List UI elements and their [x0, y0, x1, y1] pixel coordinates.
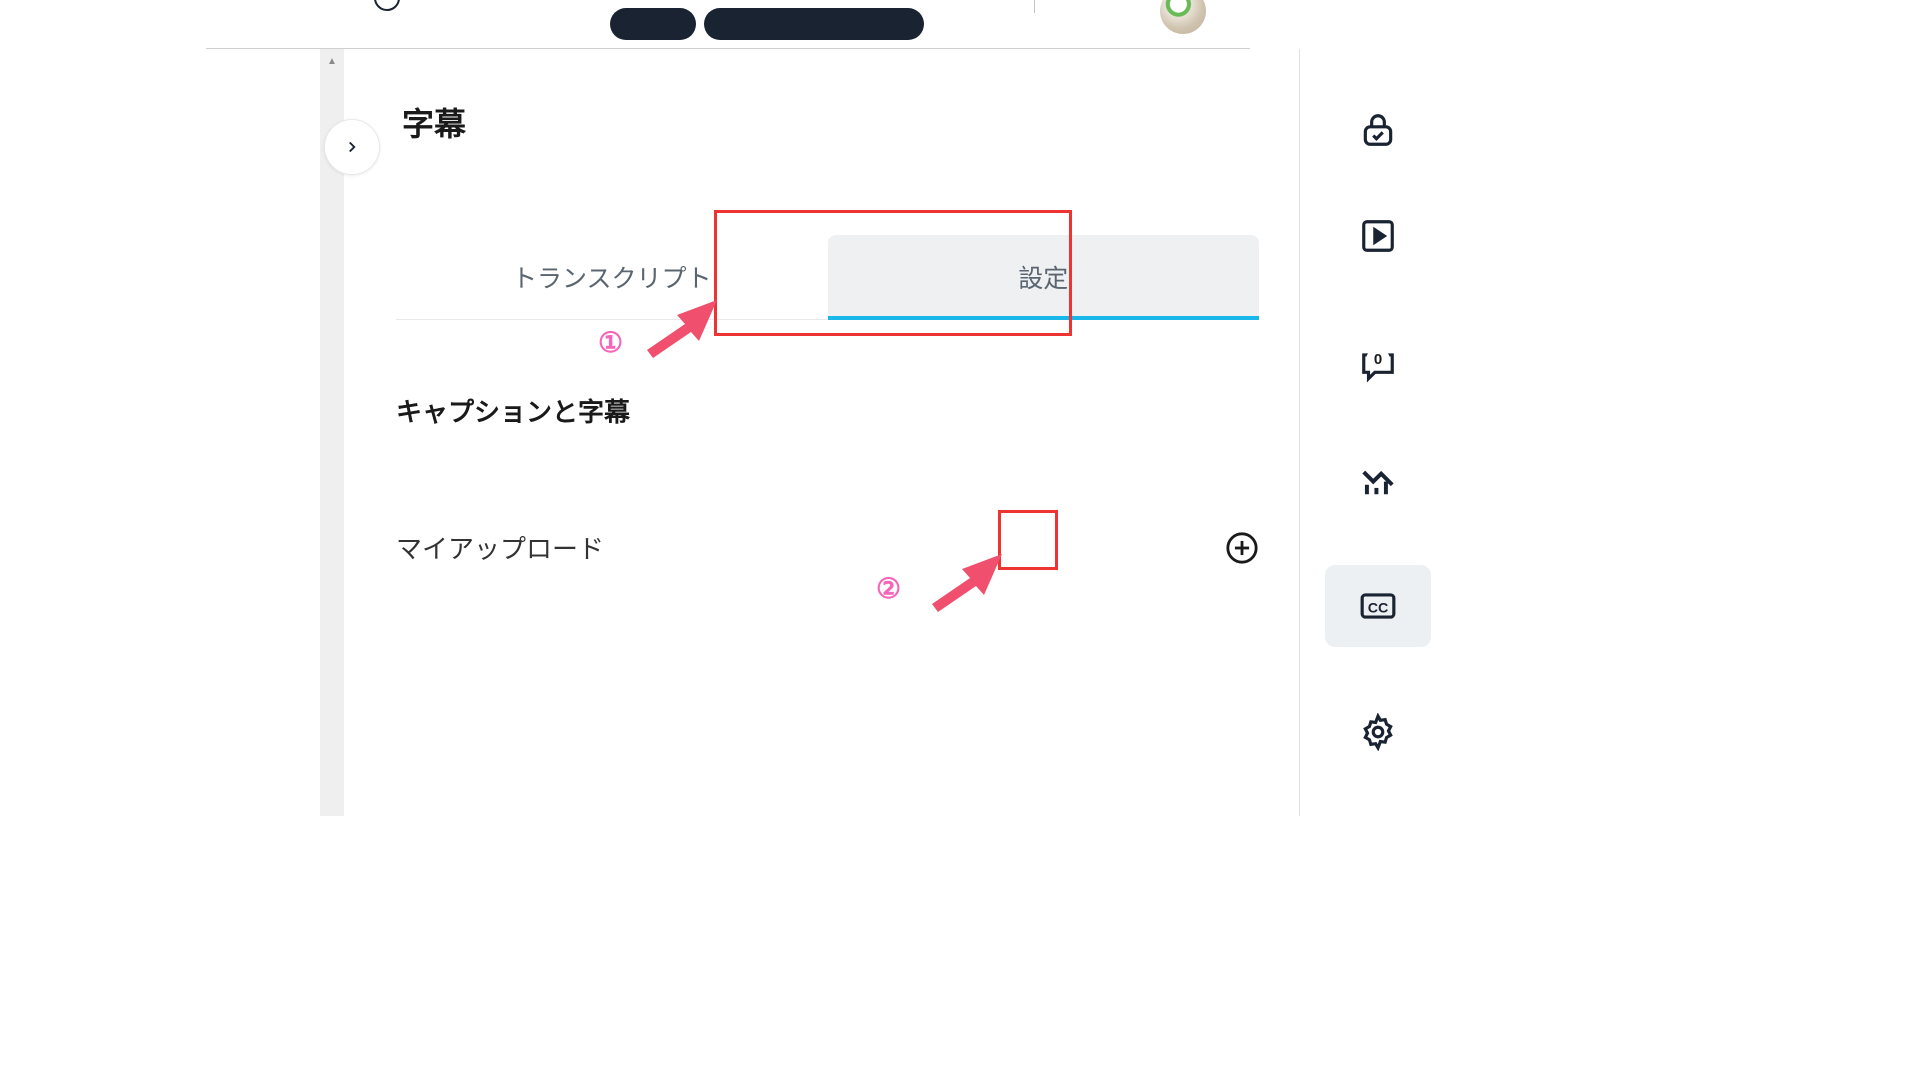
captions-section-title: キャプションと字幕: [396, 392, 1259, 429]
panel-collapse-button[interactable]: [324, 119, 380, 175]
add-upload-button[interactable]: [1225, 531, 1259, 565]
cc-icon: CC: [1359, 587, 1397, 625]
page-title: 字幕: [402, 99, 1259, 145]
sidebar-analytics[interactable]: [1357, 459, 1399, 501]
play-square-icon: [1359, 217, 1397, 255]
sidebar-player[interactable]: [1357, 215, 1399, 257]
svg-text:CC: CC: [1368, 600, 1389, 616]
top-button-1[interactable]: [610, 8, 696, 40]
top-bar: [0, 0, 1456, 48]
tab-settings[interactable]: 設定: [828, 235, 1260, 319]
sidebar-settings[interactable]: [1357, 711, 1399, 753]
analytics-icon: [1359, 461, 1397, 499]
comment-count-badge: 0: [1366, 349, 1390, 370]
sidebar-cc[interactable]: CC: [1325, 565, 1431, 647]
lock-icon: [1359, 111, 1397, 149]
chevron-right-icon: [343, 138, 361, 156]
gear-icon: [1359, 713, 1397, 751]
scroll-up-icon[interactable]: ▲: [320, 49, 344, 73]
top-button-2[interactable]: [704, 8, 924, 40]
main-panel: 字幕 トランスクリプト 設定 キャプションと字幕 マイアップロード: [344, 49, 1300, 816]
tab-underline: [828, 316, 1260, 320]
info-icon[interactable]: [374, 0, 400, 11]
top-divider: [1034, 0, 1035, 13]
my-uploads-label: マイアップロード: [396, 529, 604, 566]
avatar[interactable]: [1160, 0, 1206, 34]
tab-transcript[interactable]: トランスクリプト: [396, 235, 828, 319]
sidebar-privacy[interactable]: [1357, 109, 1399, 151]
sidebar-comments[interactable]: 0: [1357, 321, 1399, 395]
right-sidebar: 0 CC: [1300, 49, 1456, 816]
tab-bar: トランスクリプト 設定: [396, 235, 1259, 320]
my-uploads-row: マイアップロード: [396, 529, 1259, 566]
plus-circle-icon: [1225, 531, 1259, 565]
